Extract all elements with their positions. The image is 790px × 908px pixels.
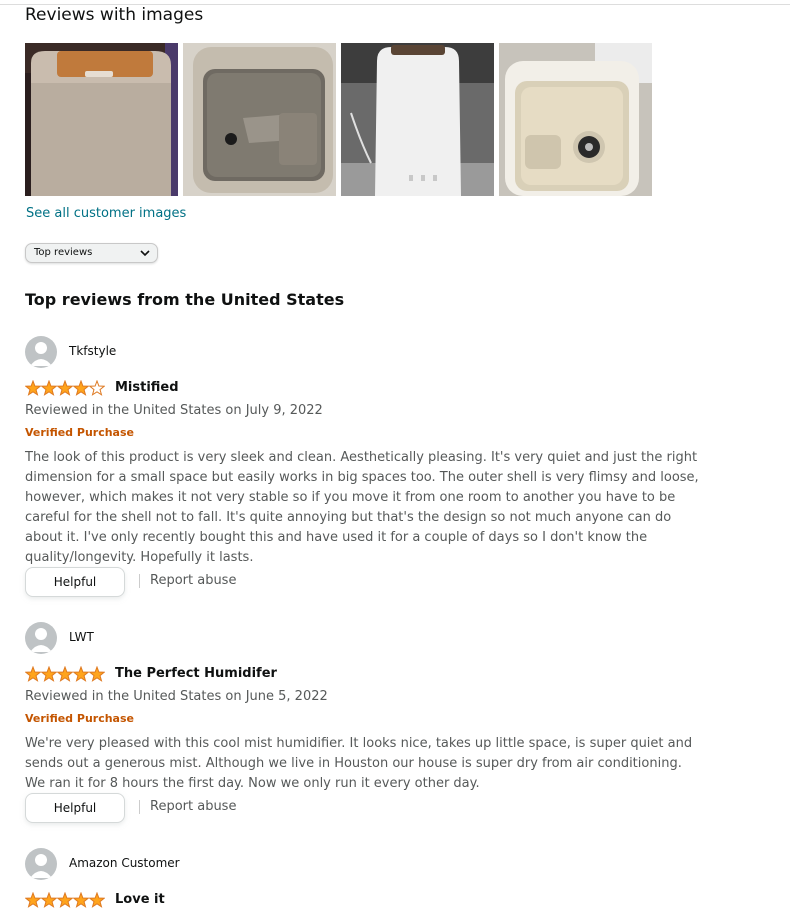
- review-image-1[interactable]: [25, 43, 178, 196]
- avatar-icon: [25, 336, 57, 368]
- review-body: The look of this product is very sleek a…: [25, 450, 699, 565]
- review-3: Amazon Customer Love it: [25, 848, 715, 908]
- action-divider: [139, 800, 140, 814]
- reviewer-name: Tkfstyle: [69, 344, 117, 358]
- star-filled-icon: [72, 666, 90, 682]
- star-filled-icon: [88, 666, 105, 682]
- chevron-down-icon: [140, 250, 150, 257]
- report-abuse-link[interactable]: Report abuse: [150, 573, 236, 588]
- review-body: We're very pleased with this cool mist h…: [25, 736, 693, 791]
- star-rating-icon[interactable]: [25, 380, 105, 396]
- avatar-icon: [25, 622, 57, 654]
- star-filled-icon: [72, 380, 90, 396]
- star-filled-icon: [56, 892, 74, 908]
- reviewer-name: Amazon Customer: [69, 856, 180, 870]
- verified-purchase-badge: Verified Purchase: [25, 426, 134, 439]
- star-filled-icon: [56, 380, 74, 396]
- sort-selected-label: Top reviews: [34, 247, 93, 258]
- review-2: LWT The Perfect Humidifer Reviewed in th…: [25, 622, 715, 823]
- reviews-with-images-heading: Reviews with images: [25, 5, 204, 25]
- humidifier-photo-white-body-icon: [341, 43, 494, 196]
- review-date: Reviewed in the United States on July 9,…: [25, 403, 323, 418]
- top-reviews-heading: Top reviews from the United States: [25, 290, 345, 309]
- review-date: Reviewed in the United States on June 5,…: [25, 689, 328, 704]
- sort-reviews-dropdown[interactable]: Top reviews: [25, 243, 158, 263]
- review-title[interactable]: Mistified: [115, 380, 179, 395]
- star-filled-icon: [40, 380, 58, 396]
- review-1: Tkfstyle Mistified Reviewed in the Unite…: [25, 336, 715, 598]
- star-filled-icon: [25, 892, 42, 908]
- star-filled-icon: [56, 666, 74, 682]
- helpful-button[interactable]: Helpful: [25, 793, 125, 823]
- star-rating-icon[interactable]: [25, 666, 105, 682]
- verified-purchase-badge: Verified Purchase: [25, 712, 134, 725]
- star-filled-icon: [88, 892, 105, 908]
- review-image-3[interactable]: [341, 43, 494, 196]
- report-abuse-link[interactable]: Report abuse: [150, 799, 236, 814]
- humidifier-photo-open-tank-icon: [183, 43, 336, 196]
- star-empty-icon: [88, 380, 105, 396]
- star-filled-icon: [72, 892, 90, 908]
- review-title[interactable]: Love it: [115, 892, 165, 907]
- star-filled-icon: [40, 666, 58, 682]
- avatar-icon: [25, 848, 57, 880]
- reviewer-name: LWT: [69, 630, 94, 644]
- star-filled-icon: [40, 892, 58, 908]
- review-title[interactable]: The Perfect Humidifer: [115, 666, 277, 681]
- see-all-customer-images-link[interactable]: See all customer images: [26, 206, 186, 221]
- humidifier-photo-tank-interior-icon: [499, 43, 652, 196]
- review-image-2[interactable]: [183, 43, 336, 196]
- star-filled-icon: [25, 666, 42, 682]
- star-filled-icon: [25, 380, 42, 396]
- humidifier-photo-wood-top-icon: [25, 43, 178, 196]
- helpful-button[interactable]: Helpful: [25, 567, 125, 597]
- review-image-4[interactable]: [499, 43, 652, 196]
- action-divider: [139, 574, 140, 588]
